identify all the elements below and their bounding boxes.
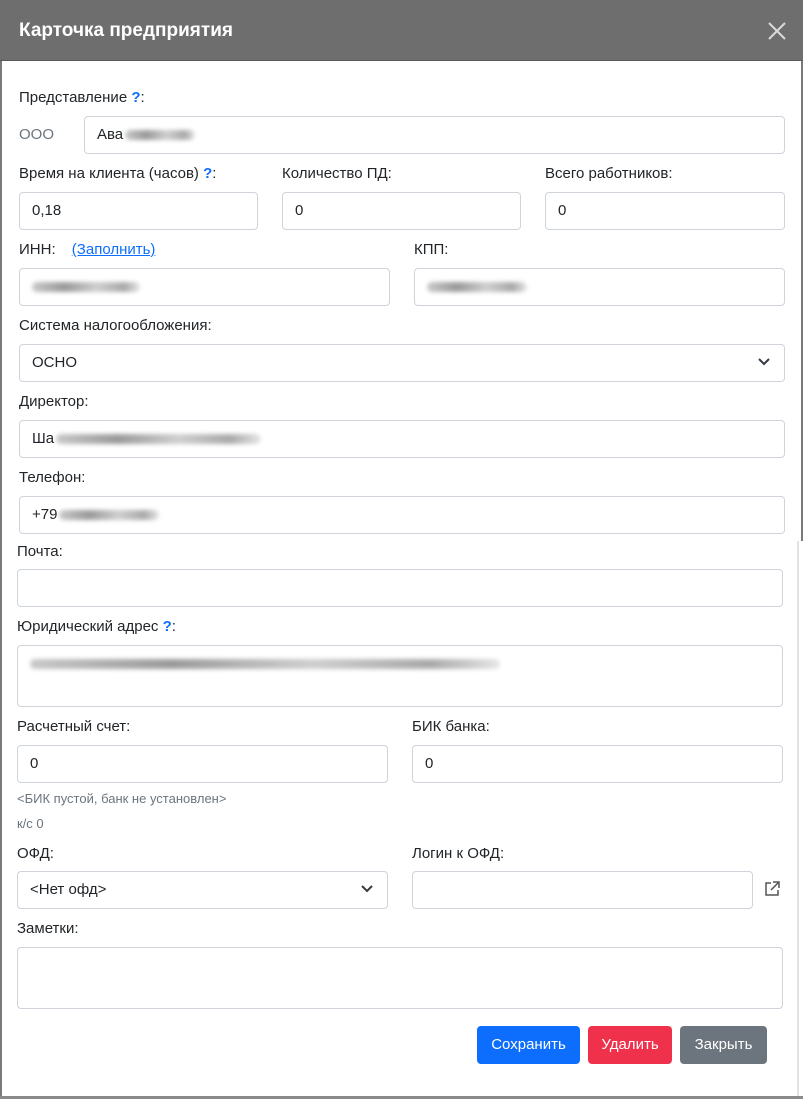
phone-input[interactable]: +79 <box>19 496 785 534</box>
client-time-input[interactable]: 0,18 <box>19 192 258 230</box>
representation-help-icon[interactable]: ? <box>131 89 140 106</box>
delete-button[interactable]: Удалить <box>588 1026 672 1064</box>
ofd-value: <Нет офд> <box>30 881 107 898</box>
notes-label: Заметки: <box>17 920 79 937</box>
pd-count-input[interactable]: 0 <box>282 192 521 230</box>
modal-title: Карточка предприятия <box>19 20 233 41</box>
tax-system-select[interactable]: ОСНО <box>19 344 785 382</box>
representation-label: Представление ?: <box>19 89 145 106</box>
ofd-login-label: Логин к ОФД: <box>412 845 505 862</box>
redacted-text <box>427 282 527 293</box>
workers-input[interactable]: 0 <box>545 192 785 230</box>
close-button[interactable]: Закрыть <box>680 1026 767 1064</box>
inn-input[interactable] <box>19 268 390 306</box>
kpp-input[interactable] <box>414 268 785 306</box>
ofd-login-input[interactable] <box>412 871 753 909</box>
phone-value: +79 <box>32 506 58 523</box>
modal-header: Карточка предприятия <box>0 0 803 61</box>
chevron-down-icon <box>758 358 770 366</box>
tax-system-label: Система налогообложения: <box>19 317 212 334</box>
ofd-label: ОФД: <box>17 845 54 862</box>
client-time-label: Время на клиента (часов) ?: <box>19 165 216 182</box>
inn-fill-link[interactable]: (Заполнить) <box>72 241 156 258</box>
legal-address-textarea[interactable] <box>17 645 783 707</box>
director-input[interactable]: Ша <box>19 420 785 458</box>
legal-address-label-colon: : <box>171 618 176 635</box>
bik-label: БИК банка: <box>412 718 490 735</box>
save-button[interactable]: Сохранить <box>477 1026 580 1064</box>
external-link-icon[interactable] <box>763 880 781 898</box>
bank-status-text: <БИК пустой, банк не установлен> <box>17 791 227 806</box>
representation-input[interactable]: Ава <box>84 116 785 154</box>
modal-border-right-lower <box>797 541 799 1097</box>
redacted-text <box>56 434 262 445</box>
account-input[interactable]: 0 <box>17 745 388 783</box>
director-label: Директор: <box>19 393 89 410</box>
bik-input[interactable]: 0 <box>412 745 783 783</box>
redacted-text <box>32 282 140 293</box>
email-label: Почта: <box>17 543 63 560</box>
kpp-label: КПП: <box>414 241 449 258</box>
email-input[interactable] <box>17 569 783 607</box>
close-icon[interactable] <box>766 20 788 42</box>
inn-label: ИНН: (Заполнить) <box>19 241 155 258</box>
inn-label-text: ИНН: <box>19 241 56 258</box>
workers-label: Всего работников: <box>545 165 673 182</box>
representation-value: Ава <box>97 126 124 143</box>
legal-address-help-icon[interactable]: ? <box>163 618 172 635</box>
representation-label-colon: : <box>140 89 145 106</box>
client-time-label-colon: : <box>212 165 217 182</box>
modal-border-left <box>0 61 2 1097</box>
client-time-label-text: Время на клиента (часов) <box>19 165 199 182</box>
client-time-help-icon[interactable]: ? <box>203 165 212 182</box>
tax-system-value: ОСНО <box>32 354 77 371</box>
legal-address-label: Юридический адрес ?: <box>17 618 176 635</box>
chevron-down-icon <box>361 885 373 893</box>
director-value: Ша <box>32 430 55 447</box>
representation-label-text: Представление <box>19 89 128 106</box>
account-label: Расчетный счет: <box>17 718 131 735</box>
redacted-text <box>59 510 160 521</box>
pd-count-label: Количество ПД: <box>282 165 392 182</box>
corr-account-text: к/с 0 <box>17 816 44 831</box>
representation-prefix: ООО <box>19 126 55 143</box>
redacted-text <box>30 659 500 670</box>
ofd-select[interactable]: <Нет офд> <box>17 871 388 909</box>
phone-label: Телефон: <box>19 469 86 486</box>
legal-address-label-text: Юридический адрес <box>17 618 159 635</box>
notes-textarea[interactable] <box>17 947 783 1009</box>
redacted-text <box>125 130 196 141</box>
